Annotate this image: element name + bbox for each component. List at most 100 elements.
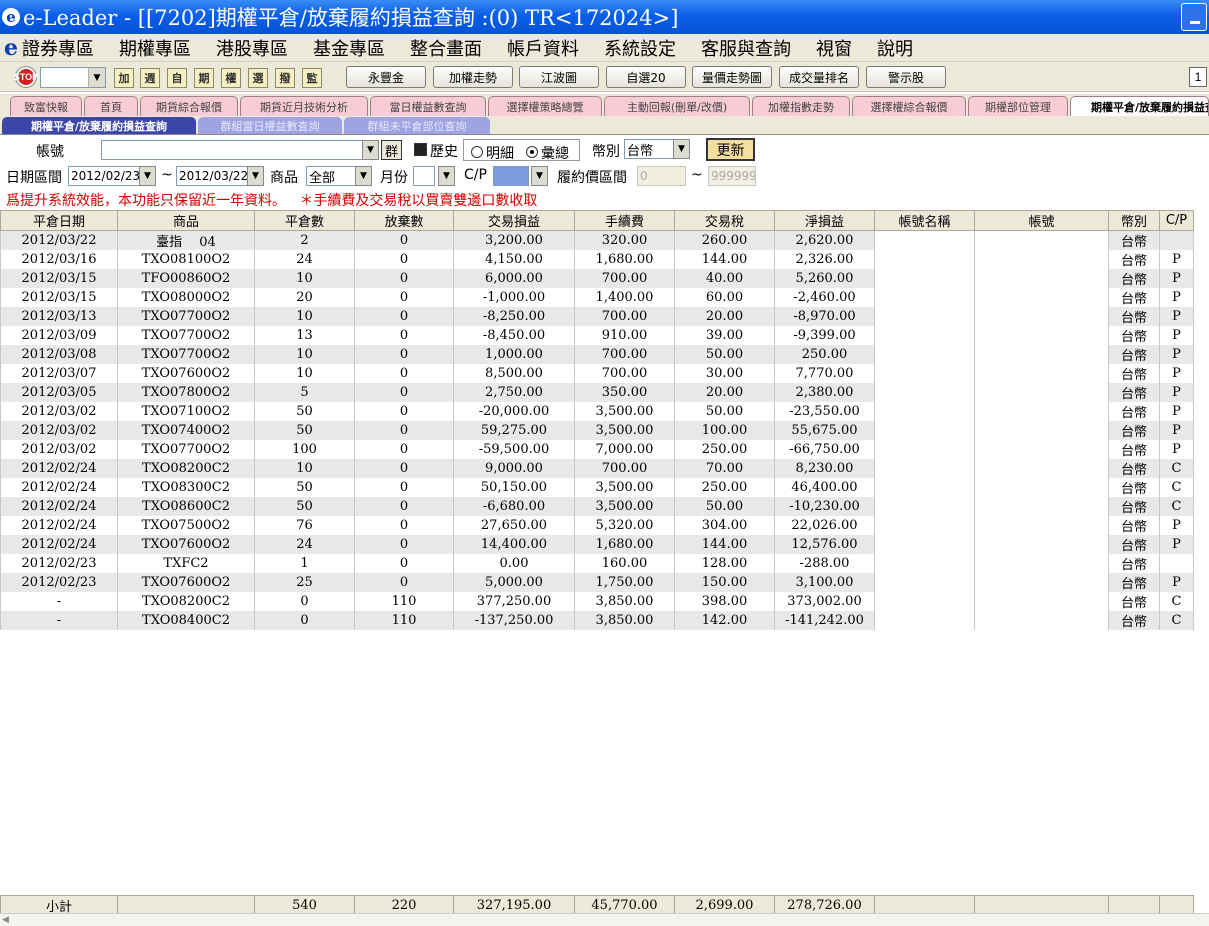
detail-radio[interactable] [471,146,483,158]
toolbar-icon-week[interactable]: 週 [140,68,160,88]
summary-radio[interactable] [526,146,538,158]
cp-select[interactable] [493,166,529,186]
tab-weighted-index[interactable]: 加權指數走勢 [752,96,850,116]
table-row[interactable]: 2012/02/24 TXO08200C2 10 0 9,000.00 700.00 70.… [0,459,1194,478]
header-currency[interactable]: 幣別 [1108,210,1160,231]
table-row[interactable]: 2012/03/02 TXO07700O2 100 0 -59,500.00 7,000.… [0,440,1194,459]
table-row[interactable]: 2012/02/24 TXO08600C2 50 0 -6,680.00 3,500.00… [0,497,1194,516]
horizontal-scrollbar[interactable]: ◀ [0,913,1209,926]
menu-help[interactable]: 說明 [877,35,913,61]
tab-equity-query[interactable]: 當日權益數查詢 [370,96,486,116]
header-tax[interactable]: 交易稅 [674,210,775,231]
table-row[interactable]: 2012/02/24 TXO07500O2 76 0 27,650.00 5,320.00… [0,516,1194,535]
header-cp[interactable]: C/P [1159,210,1194,231]
menu-hk-stocks[interactable]: 港股專區 [216,35,288,61]
menu-window[interactable]: 視窗 [816,35,852,61]
stop-icon[interactable]: STOP [14,67,38,87]
date-to-input[interactable]: 2012/03/22 [176,166,248,186]
toolbar-btn-elliott-wave[interactable]: 江波圖 [519,66,599,88]
currency-select[interactable]: 台幣 [624,139,674,159]
history-checkbox[interactable] [414,143,427,156]
toolbar-btn-volume-rank[interactable]: 成交量排名 [779,66,859,88]
cp-dropdown[interactable]: ▼ [531,166,548,186]
table-row[interactable]: - TXO08400C2 0 110 -137,250.00 3,850.00 142.00… [0,611,1194,630]
update-button[interactable]: 更新 [706,138,755,161]
table-row[interactable]: 2012/03/02 TXO07400O2 50 0 59,275.00 3,500.00… [0,421,1194,440]
toolbar-btn-sinopac[interactable]: 永豐金 [346,66,426,88]
table-row[interactable]: 2012/03/15 TXO08000O2 20 0 -1,000.00 1,400.00… [0,288,1194,307]
account-input[interactable] [101,140,363,160]
quote-combo[interactable]: ▼ [40,67,106,88]
toolbar-icon-monitor[interactable]: 監 [302,68,322,88]
menu-funds[interactable]: 基金專區 [313,35,385,61]
table-row[interactable]: 2012/02/24 TXO08300C2 50 0 50,150.00 3,500.00… [0,478,1194,497]
tab-futures-quote[interactable]: 期貨綜合報價 [140,96,238,116]
header-close-date[interactable]: 平倉日期 [0,210,118,231]
table-row[interactable]: 2012/03/02 TXO07100O2 50 0 -20,000.00 3,500.0… [0,402,1194,421]
toolbar-icon-options[interactable]: 權 [221,68,241,88]
group-button[interactable]: 群 [381,140,402,160]
month-dropdown[interactable]: ▼ [438,166,455,186]
table-row[interactable]: - TXO08200C2 0 110 377,250.00 3,850.00 398.00 3… [0,592,1194,611]
header-trade-pnl[interactable]: 交易損益 [453,210,575,231]
strike-from-input[interactable]: 0 [637,166,686,186]
month-select[interactable] [413,166,435,186]
header-fee[interactable]: 手續費 [574,210,675,231]
header-net-pnl[interactable]: 淨損益 [774,210,875,231]
menu-customer-service[interactable]: 客服與查詢 [701,35,791,61]
tab-position-mgmt[interactable]: 期權部位管理 [968,96,1068,116]
table-row[interactable]: 2012/03/13 TXO07700O2 10 0 -8,250.00 700.00 20… [0,307,1194,326]
date-from-input[interactable]: 2012/02/23 [68,166,140,186]
tab-home[interactable]: 首頁 [84,96,138,116]
table-row[interactable]: 2012/03/22 臺指 04 2 0 3,200.00 320.00 260.00 2,6… [0,230,1194,250]
table-row[interactable]: 2012/02/23 TXO07600O2 25 0 5,000.00 1,750.00 1… [0,573,1194,592]
account-dropdown[interactable]: ▼ [362,140,379,160]
toolbar-icon-add[interactable]: 加 [114,68,134,88]
date-to-dropdown[interactable]: ▼ [247,166,264,186]
window-number-button[interactable]: 1 [1189,67,1207,87]
tab-options-strategy[interactable]: 選擇權策略總覽 [488,96,602,116]
chevron-down-icon[interactable]: ▼ [88,68,105,87]
toolbar-icon-dial[interactable]: 撥 [275,68,295,88]
menu-integrated-view[interactable]: 整合畫面 [410,35,482,61]
toolbar-icon-select[interactable]: 選 [248,68,268,88]
minimize-button[interactable] [1181,3,1207,31]
subtab-close-pnl[interactable]: 期權平倉/放棄履約損益查詢 [2,117,196,134]
date-from-dropdown[interactable]: ▼ [139,166,156,186]
tab-news[interactable]: 致富快報 [10,96,82,116]
toolbar-btn-price-volume[interactable]: 量價走勢圖 [692,66,772,88]
header-account-name[interactable]: 帳號名稱 [874,210,975,231]
product-select[interactable]: 全部 [306,166,356,186]
product-dropdown[interactable]: ▼ [355,166,372,186]
table-row[interactable]: 2012/03/09 TXO07700O2 13 0 -8,450.00 910.00 39… [0,326,1194,345]
menu-securities[interactable]: 證券專區 [22,35,94,61]
table-row[interactable]: 2012/02/23 TXFC2 1 0 0.00 160.00 128.00 -288.00… [0,554,1194,573]
tab-options-quote[interactable]: 選擇權綜合報價 [852,96,966,116]
currency-dropdown[interactable]: ▼ [673,139,690,159]
toolbar-btn-weighted-trend[interactable]: 加權走勢 [433,66,513,88]
menu-account-info[interactable]: 帳戶資料 [507,35,579,61]
subtab-group-equity[interactable]: 群組當日權益數查詢 [198,117,342,134]
header-abandon-qty[interactable]: 放棄數 [354,210,454,231]
subtab-group-open-positions[interactable]: 群組未平倉部位查詢 [344,117,490,134]
strike-to-input[interactable]: 999999 [708,166,756,186]
toolbar-btn-watchlist20[interactable]: 自選20 [606,66,686,88]
toolbar-icon-futures[interactable]: 期 [194,68,214,88]
header-product[interactable]: 商品 [117,210,255,231]
table-row[interactable]: 2012/02/24 TXO07600O2 24 0 14,400.00 1,680.00… [0,535,1194,554]
table-row[interactable]: 2012/03/07 TXO07600O2 10 0 8,500.00 700.00 30.… [0,364,1194,383]
toolbar-btn-alert-stocks[interactable]: 警示股 [866,66,946,88]
menu-futures-options[interactable]: 期權專區 [119,35,191,61]
header-account[interactable]: 帳號 [974,210,1109,231]
tab-active-report[interactable]: 主動回報(刪單/改價) [604,96,750,116]
toolbar-icon-custom[interactable]: 自 [167,68,187,88]
table-row[interactable]: 2012/03/16 TXO08100O2 24 0 4,150.00 1,680.00 1… [0,250,1194,269]
tab-close-pnl-query[interactable]: 期權平倉/放棄履約損益查詢 [1070,96,1209,116]
scroll-left-icon[interactable]: ◀ [2,915,9,925]
table-row[interactable]: 2012/03/05 TXO07800O2 5 0 2,750.00 350.00 20.0… [0,383,1194,402]
tab-futures-technical[interactable]: 期貨近月技術分析 [240,96,368,116]
table-row[interactable]: 2012/03/08 TXO07700O2 10 0 1,000.00 700.00 50.… [0,345,1194,364]
menu-system-settings[interactable]: 系統設定 [604,35,676,61]
table-row[interactable]: 2012/03/15 TFO00860O2 10 0 6,000.00 700.00 40.… [0,269,1194,288]
header-close-qty[interactable]: 平倉數 [254,210,355,231]
